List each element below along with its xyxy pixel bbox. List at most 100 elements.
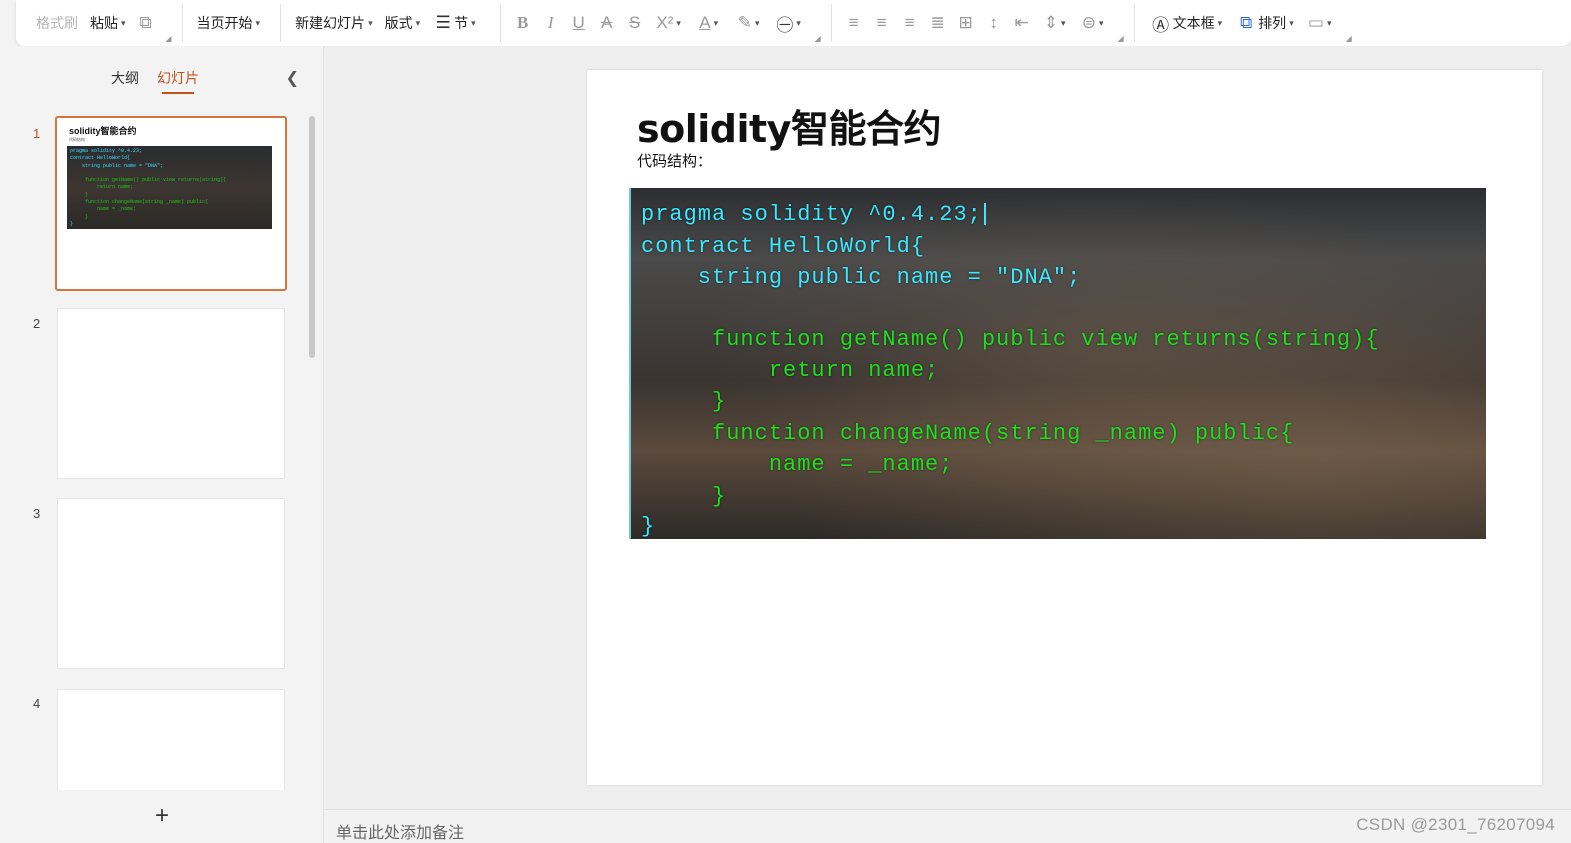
slide-number: 2 <box>33 316 41 331</box>
slide-number: 4 <box>33 696 41 711</box>
chevron-down-icon: ▾ <box>368 17 373 28</box>
arrange-button[interactable]: ⧉ 排列 ▾ <box>1228 8 1300 38</box>
panel-scrollbar[interactable] <box>309 116 315 358</box>
slides-group: 新建幻灯片 ▾ 版式 ▾ ☰ 节 ▾ <box>289 0 492 46</box>
watermark: CSDN @2301_76207094 <box>1356 815 1555 834</box>
add-slide-icon[interactable]: + <box>150 802 174 830</box>
chevron-down-icon: ▾ <box>1061 17 1066 28</box>
align-center-icon[interactable]: ≡ <box>868 9 896 37</box>
code-line: } <box>641 389 727 414</box>
dialog-launcher-icon[interactable]: ◢ <box>815 34 821 43</box>
chevron-down-icon: ▾ <box>415 17 421 28</box>
layout-label: 版式 <box>384 15 413 31</box>
chevron-down-icon: ▾ <box>121 17 126 28</box>
thumb-code-line: return name; <box>70 184 134 191</box>
current-slide[interactable]: solidity智能合约 代码结构： pragma solidity ^0.4.… <box>587 70 1542 785</box>
justify-icon[interactable]: ≣ <box>924 9 952 37</box>
section-label: 节 <box>454 15 469 31</box>
thumb-code-line: string public name = "DNA"; <box>70 162 164 169</box>
thumb-code-line: function changeName(string _name) public… <box>70 199 209 206</box>
arrange-label: 排列 <box>1258 15 1287 31</box>
strikethrough-icon[interactable]: A <box>593 9 621 37</box>
chevron-down-icon: ▾ <box>1289 17 1294 28</box>
copy-icon[interactable]: ⧉ <box>132 9 160 37</box>
phonetic-icon[interactable]: ㊀ ▾ <box>769 9 809 37</box>
dialog-launcher-icon[interactable]: ◢ <box>1346 34 1352 43</box>
code-screenshot-image[interactable]: pragma solidity ^0.4.23; contract HelloW… <box>629 188 1486 539</box>
thumb-code-line: } <box>70 220 74 227</box>
text-box-label: 文本框 <box>1172 15 1215 31</box>
chevron-down-icon: ▾ <box>255 17 261 28</box>
slide-thumbnail-1[interactable]: solidity智能合约 代码结构： pragma solidity ^0.4.… <box>55 116 287 291</box>
code-line: string public name = "DNA"; <box>641 265 1082 290</box>
section-icon: ☰ <box>435 13 451 32</box>
paragraph-spacing-icon[interactable]: ⇕ ▾ <box>1036 9 1074 37</box>
paste-label: 粘贴 <box>90 15 118 31</box>
drawing-group: Ⓐ 文本框 ▾ ⧉ 排列 ▾ ▭ ▾ ◢ <box>1143 0 1354 46</box>
chevron-down-icon: ▾ <box>676 17 681 28</box>
underline-icon[interactable]: U <box>565 9 593 37</box>
thumb-code-line: } <box>70 213 89 220</box>
format-painter-button[interactable]: 格式刷 <box>30 8 84 38</box>
code-line: } <box>641 514 656 539</box>
paste-button[interactable]: 粘贴 ▾ <box>84 8 132 38</box>
superscript-icon[interactable]: X² ▾ <box>649 9 689 37</box>
line-spacing-icon[interactable]: ↕ <box>980 9 1008 37</box>
divider <box>1133 4 1135 42</box>
ribbon-toolbar: 格式刷 粘贴 ▾ ⧉ ◢ 当页开始 ▾ 新建幻灯片 ▾ 版式 ▾ ☰ 节 ▾ B I U A… <box>16 0 1571 46</box>
slide-thumbnail-4[interactable] <box>57 689 285 790</box>
slide-navigator-panel: 大纲 幻灯片 ❮ 1 solidity智能合约 代码结构： pragma sol… <box>0 46 324 843</box>
notes-placeholder[interactable]: 单击此处添加备注 <box>336 819 464 843</box>
section-button[interactable]: ☰ 节 ▾ <box>426 8 482 38</box>
divider <box>181 4 183 42</box>
slideshow-group: 当页开始 ▾ <box>191 0 273 46</box>
tab-outline[interactable]: 大纲 <box>111 68 139 88</box>
highlight-icon[interactable]: ✎ ▾ <box>729 9 769 37</box>
font-color-icon[interactable]: A ▾ <box>689 9 729 37</box>
thumbnail-subtitle: 代码结构： <box>69 137 89 142</box>
collapse-panel-icon[interactable]: ❮ <box>286 68 299 88</box>
align-right-icon[interactable]: ≡ <box>896 9 924 37</box>
tab-slides[interactable]: 幻灯片 <box>157 68 199 94</box>
chevron-down-icon: ▾ <box>755 17 760 28</box>
chevron-down-icon: ▾ <box>1217 17 1223 28</box>
decrease-indent-icon[interactable]: ⇤ <box>1008 9 1036 37</box>
bold-icon[interactable]: B <box>509 9 537 37</box>
thumb-code-line: contract HelloWorld{ <box>70 155 131 162</box>
chevron-down-icon: ▾ <box>796 17 801 28</box>
arrange-icon: ⧉ <box>1240 13 1253 32</box>
font-group: B I U A S X² ▾ A ▾ ✎ ▾ ㊀ ▾ ◢ <box>509 0 823 46</box>
slide-thumbnail-2[interactable] <box>57 308 285 479</box>
notes-bar: 单击此处添加备注 CSDN @2301_76207094 <box>325 809 1571 843</box>
text-box-button[interactable]: Ⓐ 文本框 ▾ <box>1143 8 1229 38</box>
align-left-icon[interactable]: ≡ <box>840 9 868 37</box>
paragraph-group: ≡ ≡ ≡ ≣ ⊞ ↕ ⇤ ⇕ ▾ ⊜ ▾ ◢ <box>840 0 1126 46</box>
code-line: return name; <box>641 358 940 383</box>
superscript-label: X² <box>656 13 674 32</box>
play-from-current-button[interactable]: 当页开始 ▾ <box>191 8 267 38</box>
slide-subtitle[interactable]: 代码结构： <box>637 150 712 171</box>
dialog-launcher-icon[interactable]: ◢ <box>1118 34 1124 43</box>
text-direction-icon[interactable]: ⊜ ▾ <box>1074 9 1112 37</box>
chevron-down-icon: ▾ <box>471 17 476 28</box>
slide-thumbnail-3[interactable] <box>57 498 285 669</box>
distribute-icon[interactable]: ⊞ <box>952 9 980 37</box>
divider <box>499 4 501 42</box>
new-slide-button[interactable]: 新建幻灯片 ▾ <box>289 8 379 38</box>
panel-tabs: 大纲 幻灯片 <box>0 68 324 98</box>
italic-icon[interactable]: I <box>537 9 565 37</box>
layout-button[interactable]: 版式 ▾ <box>379 8 427 38</box>
dialog-launcher-icon[interactable]: ◢ <box>165 34 171 43</box>
text-shadow-icon[interactable]: S <box>621 9 649 37</box>
chevron-down-icon: ▾ <box>1326 17 1332 28</box>
code-line-text: pragma solidity ^0.4.23; <box>641 202 982 227</box>
thumbnail-code-image: pragma solidity ^0.4.23; contract HelloW… <box>67 146 272 229</box>
text-box-icon: Ⓐ <box>1152 15 1170 35</box>
play-from-current-label: 当页开始 <box>196 15 253 31</box>
code-line: pragma solidity ^0.4.23; <box>641 202 986 227</box>
slide-title[interactable]: solidity智能合约 <box>637 98 941 153</box>
font-color-glyph: A <box>699 13 711 32</box>
thumb-code-line: function getName() public view returns(s… <box>70 177 227 184</box>
shape-outline-icon[interactable]: ▭ ▾ <box>1300 9 1340 37</box>
chevron-down-icon: ▾ <box>713 17 719 28</box>
